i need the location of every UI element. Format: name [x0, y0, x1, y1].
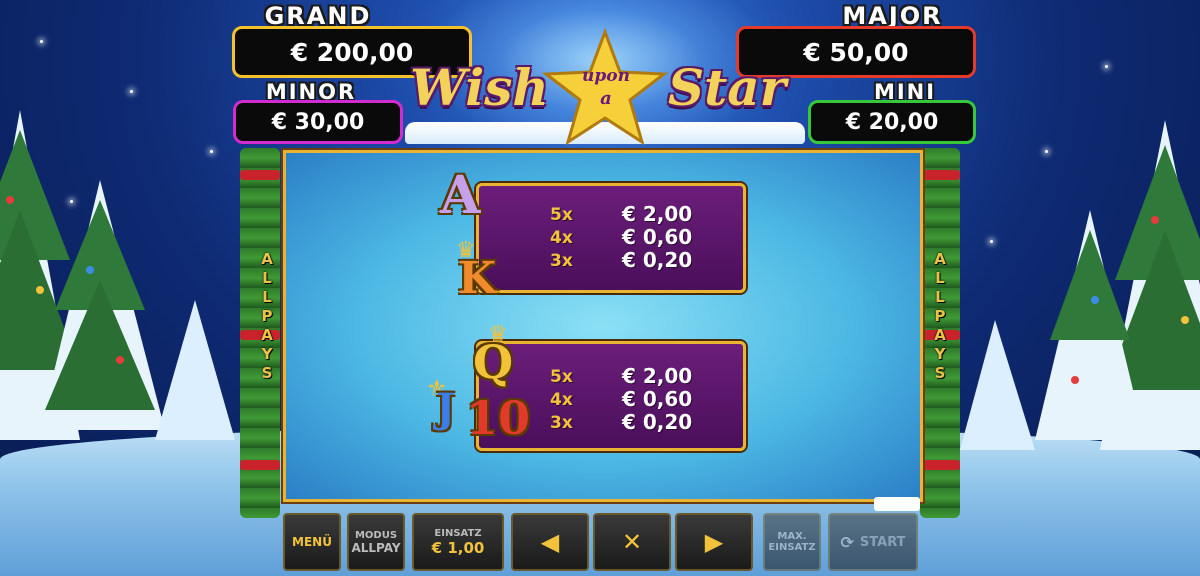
minor-jackpot-value: € 30,00: [233, 100, 403, 144]
ribbon: [920, 170, 960, 180]
sky-star: [1105, 65, 1108, 68]
paytable-panel: A ♛ K 5x € 2,00 4x € 0,60 3x € 0,20 ♛ Q …: [283, 150, 923, 502]
start-button[interactable]: ⟳ START: [828, 513, 918, 571]
ribbon: [920, 460, 960, 470]
symbol-j: J: [436, 385, 455, 432]
spin-icon: ⟳: [840, 532, 854, 552]
christmas-tree-left: [0, 110, 235, 440]
logo-word-upon: upon: [582, 66, 630, 86]
symbol-a: A: [440, 165, 481, 226]
symbol-k: K: [458, 253, 497, 304]
menu-label: MENÜ: [292, 535, 332, 549]
mini-jackpot-value: € 20,00: [808, 100, 976, 144]
logo-word-wish: Wish: [410, 58, 549, 117]
brand-badge: [874, 497, 920, 511]
pay-row: 5x: [550, 205, 573, 225]
christmas-tree-right: [960, 120, 1200, 450]
prev-page-button[interactable]: ◀: [511, 513, 589, 571]
ribbon: [240, 460, 280, 470]
pay-value: € 0,20: [622, 248, 693, 272]
close-icon: ✕: [621, 528, 643, 556]
bet-value: € 1,00: [431, 538, 485, 557]
pay-multiplier: 5x: [550, 205, 573, 225]
bet-label: EINSATZ: [434, 527, 482, 539]
pay-value: € 2,00: [622, 364, 693, 388]
paytable-card-ak: [476, 183, 746, 293]
next-page-button[interactable]: ▶: [675, 513, 753, 571]
close-paytable-button[interactable]: ✕: [593, 513, 671, 571]
sky-star: [40, 40, 43, 43]
menu-button[interactable]: MENÜ: [283, 513, 341, 571]
pay-multiplier: 3x: [550, 413, 573, 433]
sky-star: [130, 90, 133, 93]
allpays-label-right: ALLPAYS: [934, 250, 946, 382]
pay-value: € 2,00: [622, 202, 693, 226]
pay-value: € 0,20: [622, 410, 693, 434]
ribbon: [240, 170, 280, 180]
symbol-10: 10: [466, 391, 531, 445]
start-label: START: [859, 534, 906, 550]
pay-value: € 0,60: [622, 225, 693, 249]
bet-selector[interactable]: EINSATZ € 1,00: [412, 513, 504, 571]
logo-word-a: a: [600, 88, 612, 109]
logo-word-star: Star: [668, 58, 786, 117]
mode-value: ALLPAY: [351, 540, 401, 555]
pay-value: € 0,60: [622, 387, 693, 411]
pay-multiplier: 3x: [550, 251, 573, 271]
pay-multiplier: 5x: [550, 367, 573, 387]
max-bet-line2: EINSATZ: [768, 542, 816, 553]
mode-button[interactable]: MODUS ALLPAY: [347, 513, 405, 571]
max-bet-line1: MAX.: [777, 531, 807, 542]
allpays-label-left: ALLPAYS: [261, 250, 273, 382]
arrow-left-icon: ◀: [540, 528, 560, 556]
symbol-q: Q: [473, 335, 514, 389]
pay-multiplier: 4x: [550, 228, 573, 248]
max-bet-button[interactable]: MAX. EINSATZ: [763, 513, 821, 571]
pay-multiplier: 4x: [550, 390, 573, 410]
arrow-right-icon: ▶: [704, 528, 724, 556]
mode-label: MODUS: [354, 529, 398, 541]
